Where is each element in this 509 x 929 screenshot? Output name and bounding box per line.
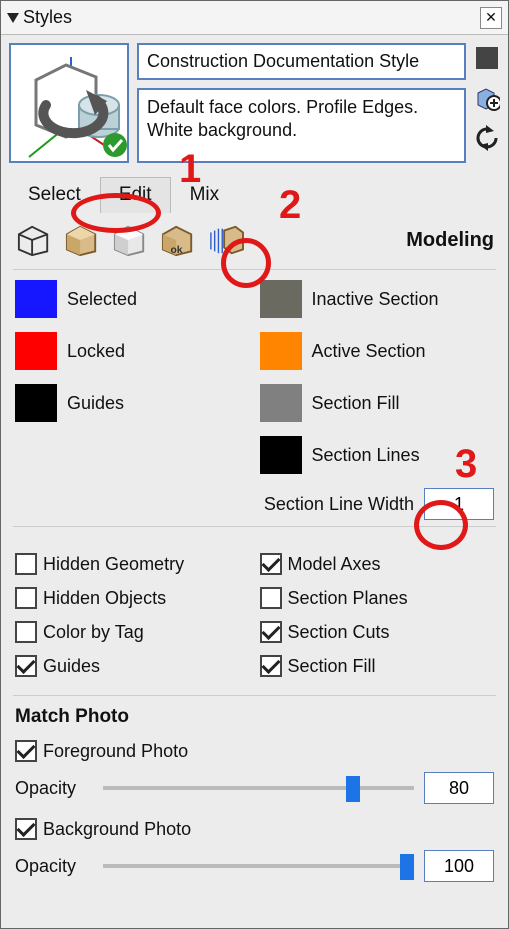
foreground-opacity-input[interactable] (424, 772, 494, 804)
hidden-objects-checkbox[interactable] (15, 587, 37, 609)
section-lines-color-swatch[interactable] (260, 436, 302, 474)
swatch-label: Section Lines (312, 445, 420, 466)
close-button[interactable]: ✕ (480, 7, 502, 29)
swatch-label: Section Fill (312, 393, 400, 414)
checkbox-label: Color by Tag (43, 622, 144, 643)
swatch-label: Active Section (312, 341, 426, 362)
background-photo-checkbox[interactable] (15, 818, 37, 840)
style-thumbnail[interactable] (9, 43, 129, 163)
model-axes-checkbox[interactable] (260, 553, 282, 575)
swatch-label: Guides (67, 393, 124, 414)
checkbox-label: Section Cuts (288, 622, 390, 643)
tab-mix[interactable]: Mix (171, 177, 239, 213)
opacity-label: Opacity (15, 778, 93, 799)
foreground-opacity-slider[interactable] (103, 786, 414, 790)
divider (13, 526, 496, 527)
section-line-width-input[interactable] (424, 488, 494, 520)
checkbox-label: Section Planes (288, 588, 408, 609)
modeling-settings-icon[interactable] (207, 223, 245, 257)
section-line-width-label: Section Line Width (264, 494, 414, 515)
opacity-label: Opacity (15, 856, 93, 877)
svg-text:ok: ok (170, 245, 182, 256)
guides-color-swatch[interactable] (15, 384, 57, 422)
new-style-icon[interactable] (474, 85, 500, 111)
checkbox-label: Model Axes (288, 554, 381, 575)
face-settings-icon[interactable] (63, 223, 101, 257)
swatch-label: Selected (67, 289, 137, 310)
color-swatches: Selected Inactive Section Locked Active … (1, 280, 508, 474)
active-section-color-swatch[interactable] (260, 332, 302, 370)
selected-color-swatch[interactable] (15, 280, 57, 318)
tabs: Select Edit Mix (1, 171, 508, 213)
checkbox-label: Guides (43, 656, 100, 677)
edge-settings-icon[interactable] (15, 223, 53, 257)
panel-title: Styles (23, 7, 72, 28)
display-options: Hidden Geometry Model Axes Hidden Object… (1, 537, 508, 677)
watermark-settings-icon[interactable]: ok (159, 223, 197, 257)
section-planes-checkbox[interactable] (260, 587, 282, 609)
tab-select[interactable]: Select (9, 177, 100, 213)
checkbox-label: Foreground Photo (43, 741, 188, 762)
update-style-icon[interactable] (474, 125, 500, 151)
section-fill-checkbox[interactable] (260, 655, 282, 677)
swatch-label: Locked (67, 341, 125, 362)
style-browser-icon[interactable] (474, 45, 500, 71)
checkbox-label: Background Photo (43, 819, 191, 840)
color-by-tag-checkbox[interactable] (15, 621, 37, 643)
style-header: Construction Documentation Style Default… (1, 35, 508, 171)
section-title: Modeling (406, 229, 494, 252)
background-opacity-input[interactable] (424, 850, 494, 882)
tab-edit[interactable]: Edit (100, 177, 171, 213)
section-cuts-checkbox[interactable] (260, 621, 282, 643)
mode-bar: ok Modeling (1, 213, 508, 263)
divider (13, 695, 496, 696)
checkbox-label: Hidden Objects (43, 588, 166, 609)
hidden-geometry-checkbox[interactable] (15, 553, 37, 575)
match-photo-heading: Match Photo (1, 706, 508, 728)
foreground-photo-checkbox[interactable] (15, 740, 37, 762)
locked-color-swatch[interactable] (15, 332, 57, 370)
collapse-icon[interactable] (7, 13, 19, 23)
style-name-input[interactable]: Construction Documentation Style (137, 43, 466, 80)
divider (13, 269, 496, 270)
close-icon: ✕ (485, 9, 497, 26)
section-fill-color-swatch[interactable] (260, 384, 302, 422)
inactive-section-color-swatch[interactable] (260, 280, 302, 318)
swatch-label: Inactive Section (312, 289, 439, 310)
style-description-input[interactable]: Default face colors. Profile Edges. Whit… (137, 88, 466, 163)
titlebar: Styles ✕ (1, 1, 508, 35)
background-settings-icon[interactable] (111, 223, 149, 257)
checkbox-label: Hidden Geometry (43, 554, 184, 575)
checkbox-label: Section Fill (288, 656, 376, 677)
background-opacity-slider[interactable] (103, 864, 414, 868)
guides-checkbox[interactable] (15, 655, 37, 677)
